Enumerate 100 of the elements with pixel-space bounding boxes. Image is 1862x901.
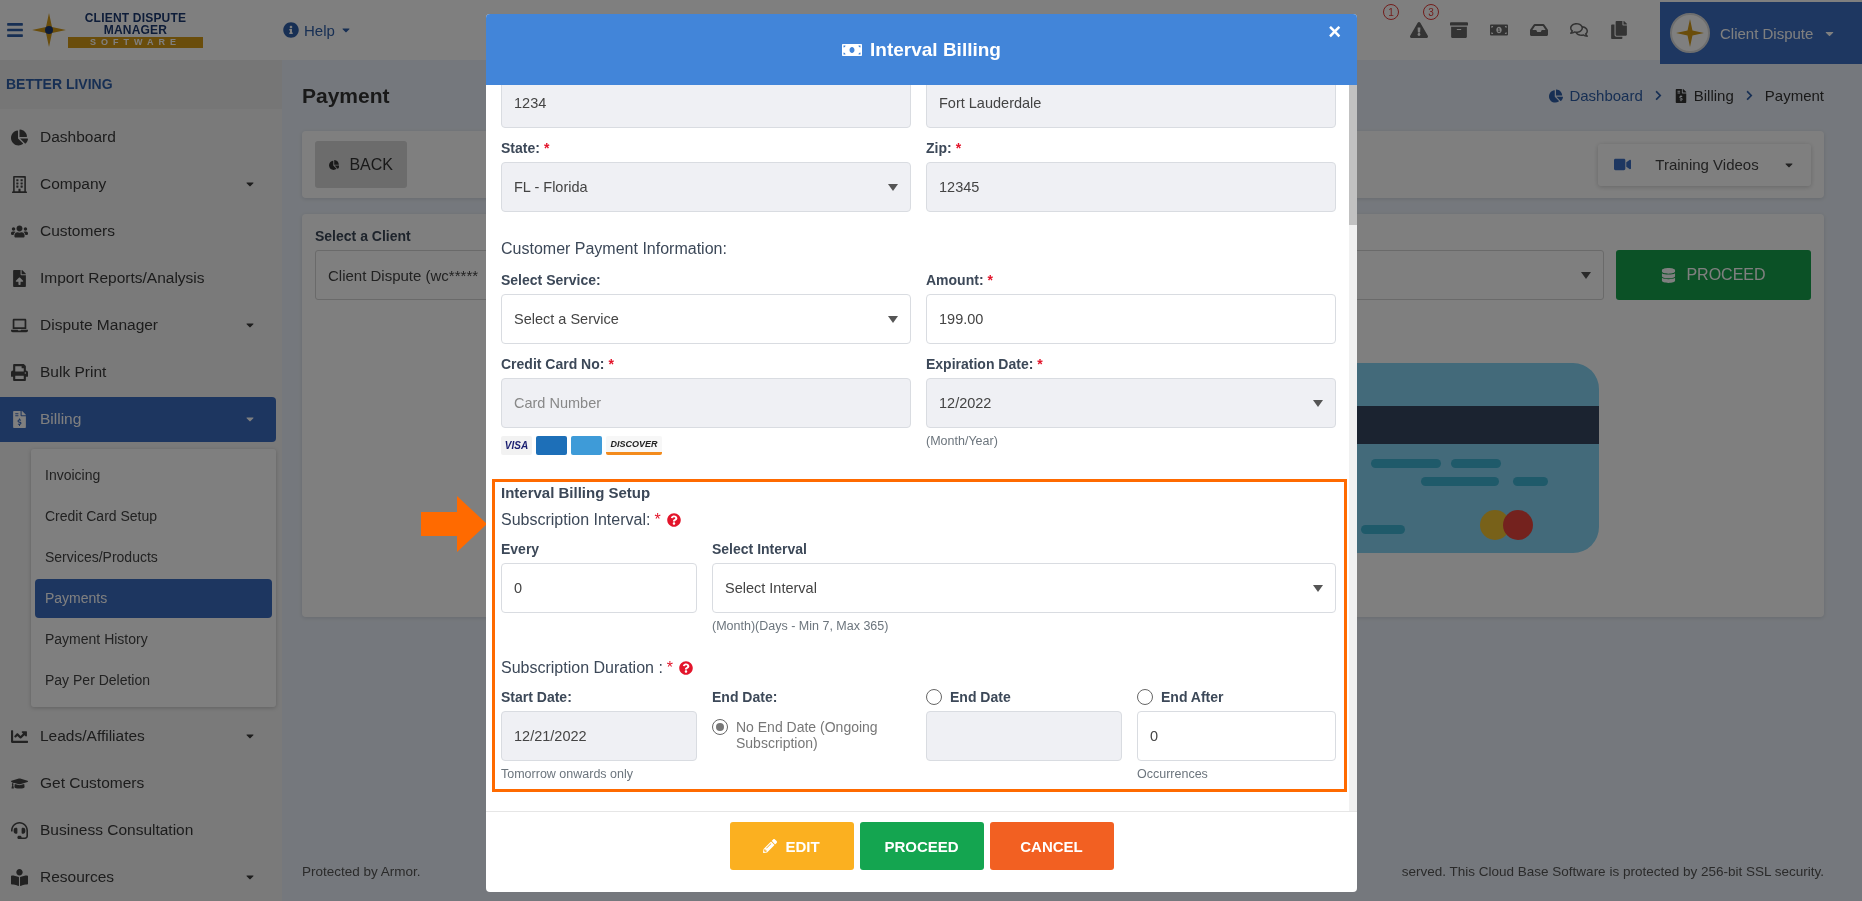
text-field[interactable]: 199.00 (926, 294, 1336, 344)
company-name: BETTER LIVING (0, 60, 282, 109)
proceed-button[interactable]: PROCEED (859, 822, 984, 870)
field-label: State: * (501, 140, 551, 156)
menu-icon[interactable] (6, 21, 24, 39)
field-label: End Date: (712, 689, 779, 705)
printer-icon (11, 363, 28, 381)
radio-option[interactable]: End Date (926, 689, 1122, 706)
text-field[interactable]: 1234 (501, 85, 911, 128)
field-label: Expiration Date: * (926, 356, 1044, 372)
select-field[interactable]: 12/2022 (926, 378, 1336, 428)
sidebar-item[interactable]: Resources (0, 854, 276, 900)
page-title: Payment (302, 83, 390, 108)
sidebar-item[interactable]: Billing (0, 396, 276, 442)
laptop-icon (11, 316, 28, 334)
subsection-label: Subscription Duration : * (501, 659, 674, 677)
help-icon[interactable] (666, 513, 681, 527)
section-heading: Customer Payment Information: (501, 240, 728, 258)
mastercard-logo (536, 436, 567, 455)
footer-text: served. This Cloud Base Software is protected by 256-bit SSL security. (1401, 864, 1824, 879)
database-icon (1661, 267, 1677, 283)
caret-icon (888, 183, 898, 191)
video-camera-icon (1614, 156, 1631, 173)
archive-icon (1450, 21, 1468, 39)
training-videos-button[interactable]: Training Videos (1598, 143, 1811, 186)
field-label: Credit Card No: * (501, 356, 615, 372)
subsection-label: Subscription Interval: * (501, 511, 661, 529)
amex-logo (571, 436, 602, 455)
headset-icon (11, 821, 28, 839)
help-menu[interactable]: Help (283, 21, 352, 39)
sidebar-item[interactable]: Bulk Print (0, 349, 276, 395)
invoice-icon (1673, 88, 1688, 103)
text-field[interactable]: 0 (1137, 711, 1336, 762)
field-hint: (Month/Year) (926, 434, 999, 448)
building-icon (11, 175, 28, 193)
proceed-button[interactable]: PROCEED (1616, 250, 1811, 300)
field-label: Select Service: (501, 272, 602, 288)
help-icon[interactable] (679, 661, 694, 675)
sidebar-item[interactable]: Company (0, 161, 276, 207)
caret-icon (1313, 584, 1323, 592)
arrow-icon (421, 496, 487, 552)
date-field[interactable] (926, 711, 1122, 762)
text-field[interactable]: 12/21/2022 (501, 711, 697, 761)
select-field[interactable]: Select a Service (501, 294, 911, 344)
text-field[interactable]: 12345 (926, 162, 1336, 212)
field-hint: Tomorrow onwards only (501, 767, 634, 781)
avatar (1670, 13, 1710, 53)
logo: CLIENT DISPUTE MANAGER SOFTWARE (32, 12, 203, 48)
breadcrumb-link[interactable]: Dashboard (1549, 87, 1643, 104)
sidebar-item[interactable]: Customers (0, 208, 276, 254)
sidebar-item[interactable]: Import Reports/Analysis (0, 255, 276, 301)
field-hint: Occurrences (1137, 767, 1209, 782)
info-icon (283, 22, 299, 38)
visa-logo: VISA (501, 436, 532, 455)
inbox-icon (1530, 21, 1548, 39)
submenu-item[interactable]: Services/Products (35, 537, 272, 577)
pie-chart-icon (1549, 88, 1564, 103)
submenu-item[interactable]: Pay Per Deletion (35, 660, 272, 700)
radio-option[interactable]: End After (1137, 689, 1336, 706)
close-button[interactable]: × (1322, 18, 1347, 46)
field-label: Start Date: (501, 689, 573, 705)
field-hint: (Month)(Days - Min 7, Max 365) (712, 619, 890, 633)
radio-option[interactable]: No End Date (Ongoing Subscription) (712, 719, 911, 752)
field-label: Select Interval (712, 541, 808, 557)
chat-icon (1570, 21, 1588, 39)
field-label: Zip: * (926, 140, 963, 156)
scrollbar[interactable] (1349, 85, 1357, 811)
modal-title: Interval Billing (842, 38, 1001, 61)
sidebar-item[interactable]: Dashboard (0, 114, 276, 160)
sidebar-item[interactable]: Get Customers (0, 760, 276, 806)
submenu-item[interactable]: Payment History (35, 619, 272, 659)
breadcrumb-link[interactable]: Payment (1764, 87, 1824, 104)
pie-chart-icon (11, 128, 28, 146)
copy-icon (1610, 21, 1628, 39)
invoice-icon (11, 410, 28, 428)
sidebar-item[interactable]: Dispute Manager (0, 302, 276, 348)
select-field[interactable]: FL - Florida (501, 162, 911, 212)
file-upload-icon (11, 269, 28, 287)
cancel-button[interactable]: CANCEL (989, 822, 1114, 870)
reader-icon (11, 868, 28, 886)
warning-icon (1410, 21, 1428, 39)
user-menu[interactable]: Client Dispute (1660, 2, 1862, 64)
line-chart-icon (11, 727, 28, 745)
text-field[interactable]: 0 (501, 563, 697, 613)
text-field[interactable]: Card Number (501, 378, 911, 428)
back-button[interactable]: BACK (315, 141, 407, 188)
breadcrumb-link[interactable]: Billing (1673, 87, 1734, 104)
sidebar-item[interactable]: Leads/Affiliates (0, 713, 276, 759)
submenu-item[interactable]: Credit Card Setup (35, 496, 272, 536)
field-label: Amount: * (926, 272, 994, 288)
submenu-item[interactable]: Payments (35, 578, 272, 618)
select-field[interactable]: Select Interval (712, 563, 1336, 613)
field-label: Select a Client (315, 228, 412, 244)
section-heading: Interval Billing Setup (501, 484, 652, 501)
sidebar-item[interactable]: Business Consultation (0, 807, 276, 853)
caret-icon (1581, 271, 1591, 279)
pencil-icon (763, 839, 778, 853)
text-field[interactable]: Fort Lauderdale (926, 85, 1336, 128)
caret-icon (888, 315, 898, 323)
submenu-item[interactable]: Invoicing (35, 455, 272, 495)
